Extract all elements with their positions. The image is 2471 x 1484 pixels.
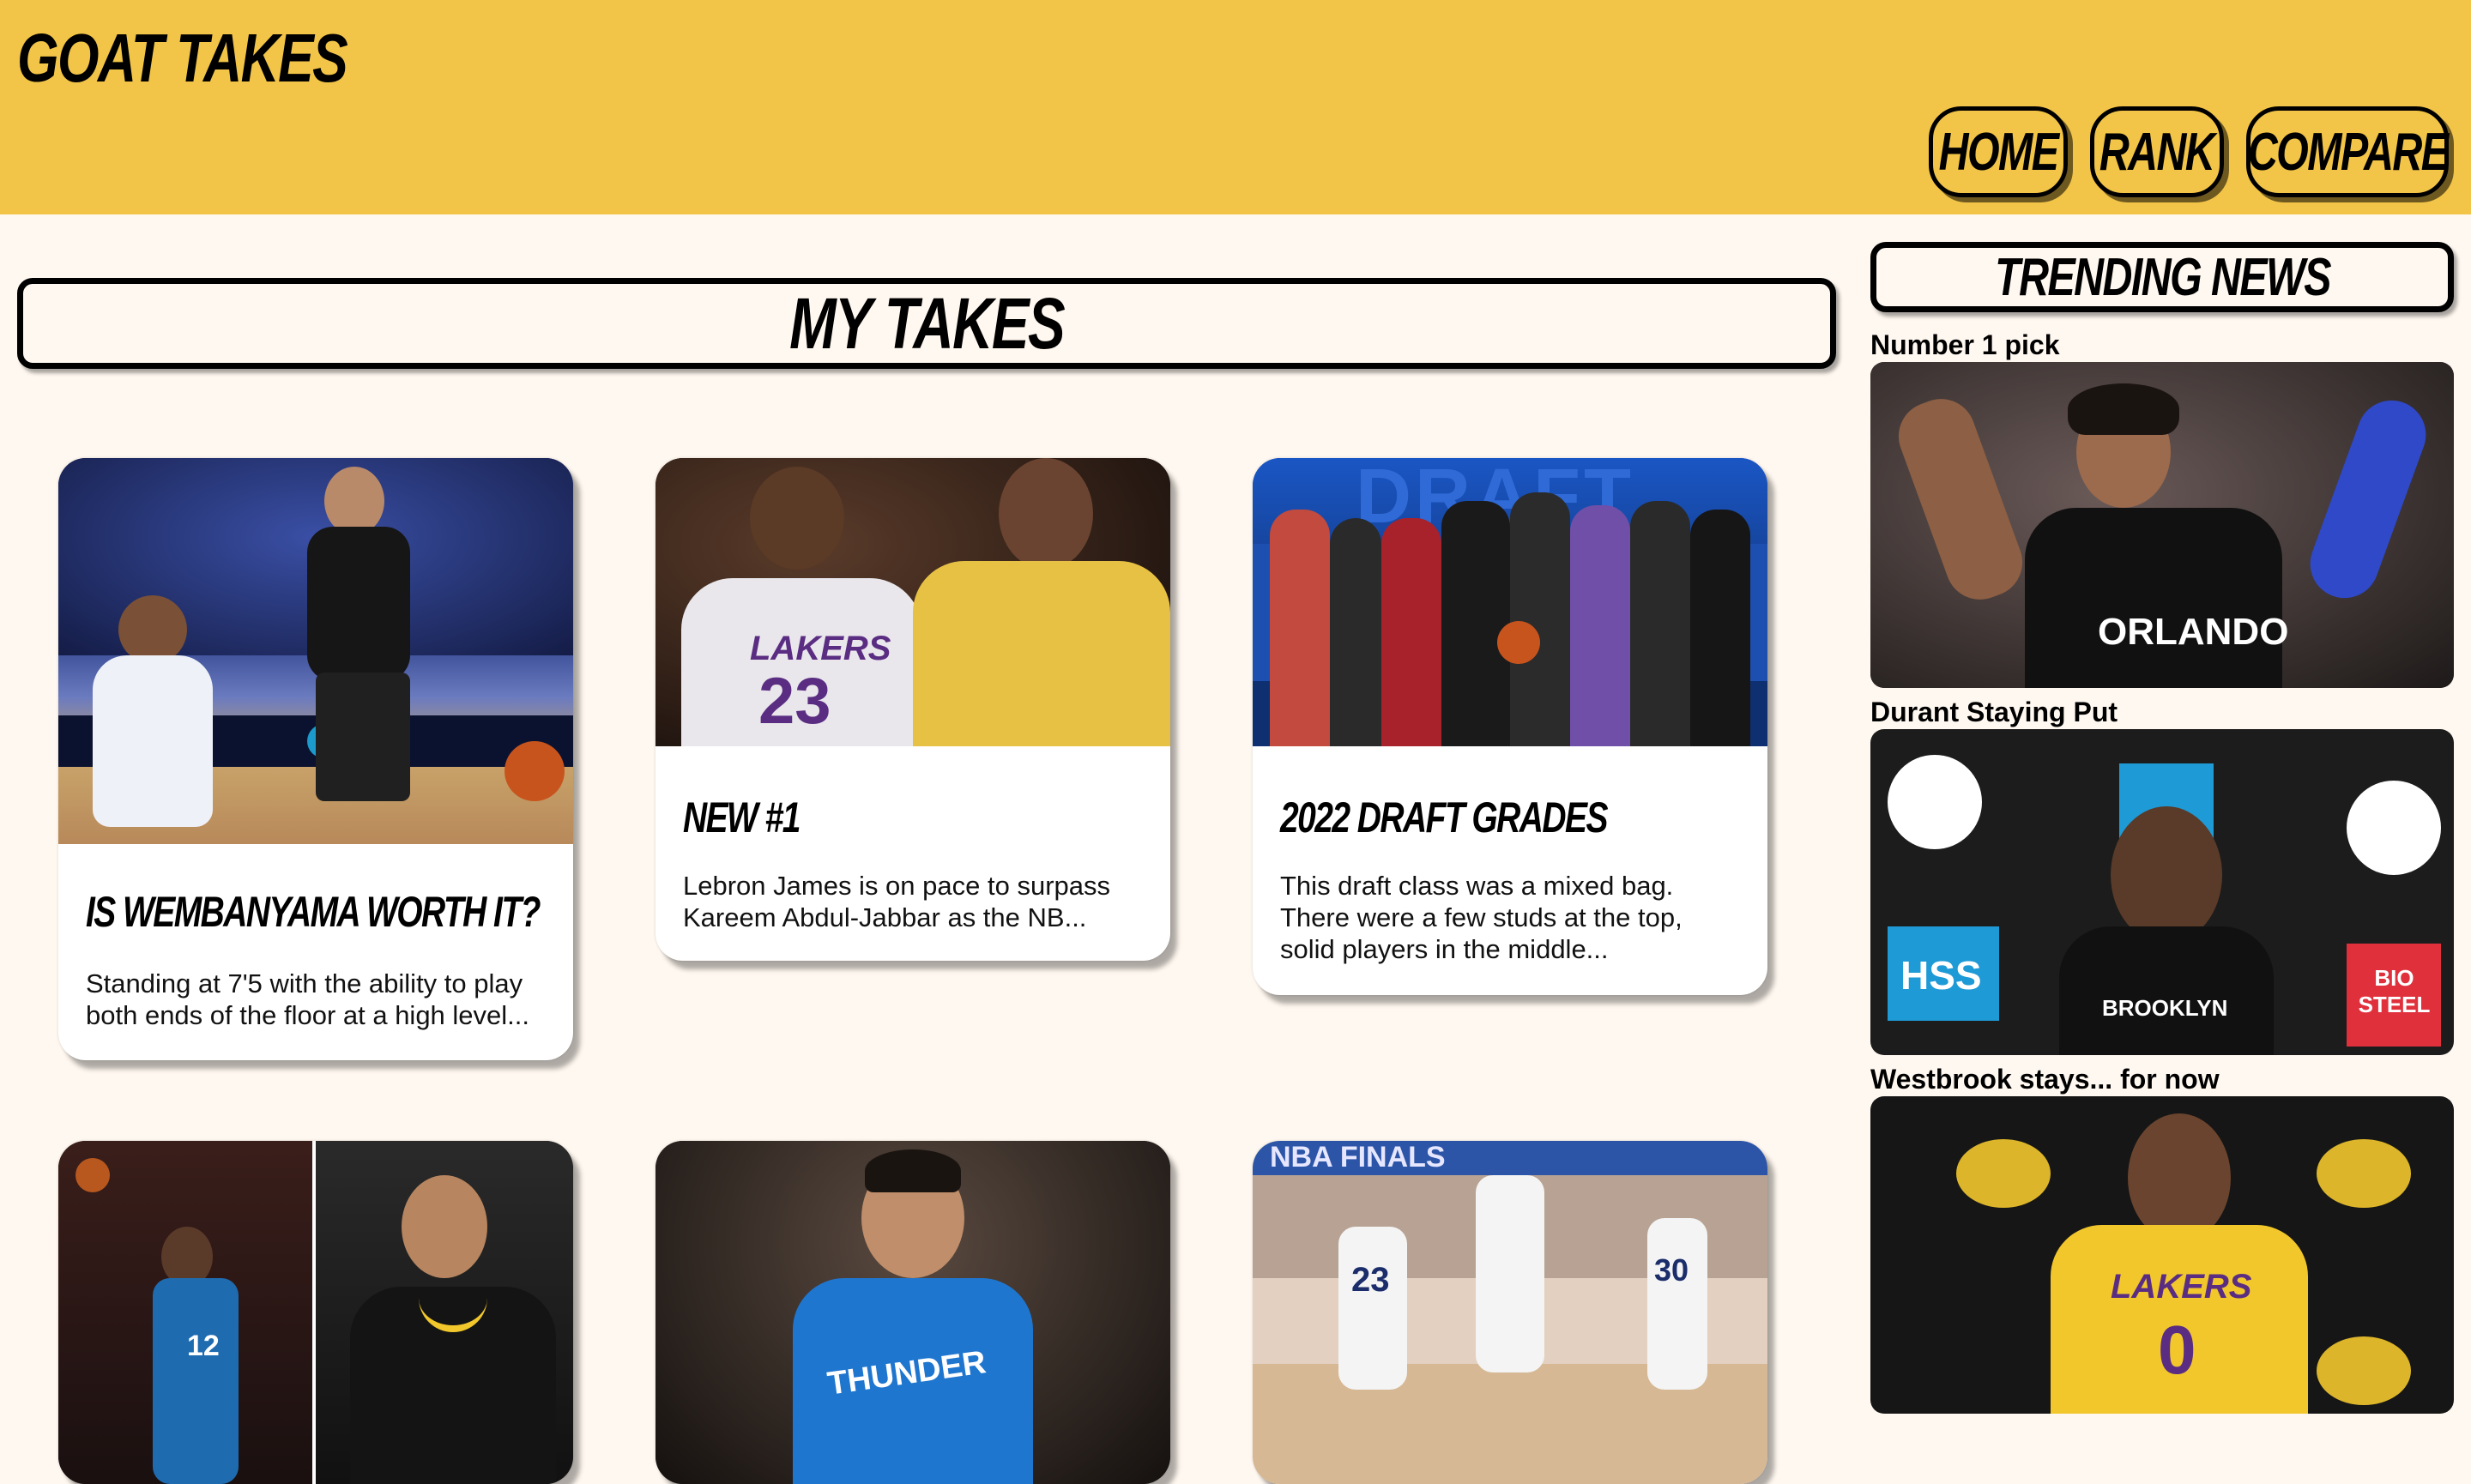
take-excerpt: Lebron James is on pace to surpass Karee… xyxy=(683,871,1110,932)
site-logo[interactable]: GOAT TAKES xyxy=(17,19,348,98)
orlando-wordmark: ORLANDO xyxy=(2098,611,2289,653)
take-excerpt: This draft class was a mixed bag. There … xyxy=(1280,871,1683,964)
nav-compare-label: COMPARE xyxy=(2247,122,2449,182)
westbrook-lakers-wordmark: LAKERS xyxy=(2111,1268,2252,1306)
lebron-jersey-number: 23 xyxy=(758,665,831,738)
my-takes-label: MY TAKES xyxy=(788,282,1066,364)
take-title: NEW #1 xyxy=(683,793,801,842)
news-image-durant[interactable]: HSS BIO STEEL BROOKLYN xyxy=(1870,729,2454,1055)
draft-class-photo: DRAFT xyxy=(1253,458,1767,746)
thunder-player-photo: THUNDER xyxy=(656,1141,1170,1484)
trending-news-label: TRENDING NEWS xyxy=(1994,247,2331,307)
westbrook-jersey-number: 0 xyxy=(2158,1312,2196,1388)
wembanyama-photo xyxy=(58,458,573,844)
take-card-wembanyama[interactable]: IS WEMBANYAMA WORTH IT? Standing at 7'5 … xyxy=(58,458,573,1060)
take-card-draft-grades[interactable]: DRAFT 2022 DRAFT GRADES This draft class… xyxy=(1253,458,1767,995)
news-label-3[interactable]: Westbrook stays... for now xyxy=(1870,1064,2220,1095)
nav-rank-label: RANK xyxy=(2099,122,2215,182)
finals-banner: NBA FINALS xyxy=(1270,1141,1446,1173)
nav-compare-button[interactable]: COMPARE xyxy=(2246,106,2449,197)
nba-finals-photo: NBA FINALS 23 30 xyxy=(1253,1141,1767,1484)
hss-logo-text: HSS xyxy=(1900,953,1982,998)
take-card-5[interactable]: THUNDER xyxy=(656,1141,1170,1484)
take-card-4[interactable]: 12 xyxy=(58,1141,573,1484)
green-jersey-number: 23 xyxy=(1351,1261,1390,1299)
orlando-klay-photo: 12 xyxy=(58,1141,573,1484)
news-image-number-one-pick[interactable]: ORLANDO xyxy=(1870,362,2454,688)
news-label-1[interactable]: Number 1 pick xyxy=(1870,329,2060,361)
biosteel-logo-text: BIO STEEL xyxy=(2358,965,2431,1017)
news-image-westbrook[interactable]: LAKERS 0 xyxy=(1870,1096,2454,1414)
nav-home-label: HOME xyxy=(1938,122,2059,182)
brooklyn-wordmark: BROOKLYN xyxy=(2102,995,2228,1021)
orlando-jersey-number: 12 xyxy=(187,1330,220,1362)
take-card-new-number-one[interactable]: LAKERS 23 NEW #1 Lebron James is on pace… xyxy=(656,458,1170,961)
take-card-6[interactable]: NBA FINALS 23 30 xyxy=(1253,1141,1767,1484)
nav-home-button[interactable]: HOME xyxy=(1929,106,2068,197)
trending-news-heading: TRENDING NEWS xyxy=(1870,242,2454,312)
take-excerpt: Standing at 7'5 with the ability to play… xyxy=(86,968,530,1030)
news-label-2[interactable]: Durant Staying Put xyxy=(1870,697,2118,728)
site-header: GOAT TAKES HOME RANK COMPARE xyxy=(0,0,2471,214)
take-title: IS WEMBANYAMA WORTH IT? xyxy=(86,888,541,936)
curry-jersey-number: 30 xyxy=(1654,1252,1689,1288)
my-takes-heading: MY TAKES xyxy=(17,278,1836,369)
lakers-wordmark: LAKERS xyxy=(750,630,891,667)
lebron-kareem-photo: LAKERS 23 xyxy=(656,458,1170,746)
nav-rank-button[interactable]: RANK xyxy=(2090,106,2224,197)
take-title: 2022 DRAFT GRADES xyxy=(1280,793,1608,842)
